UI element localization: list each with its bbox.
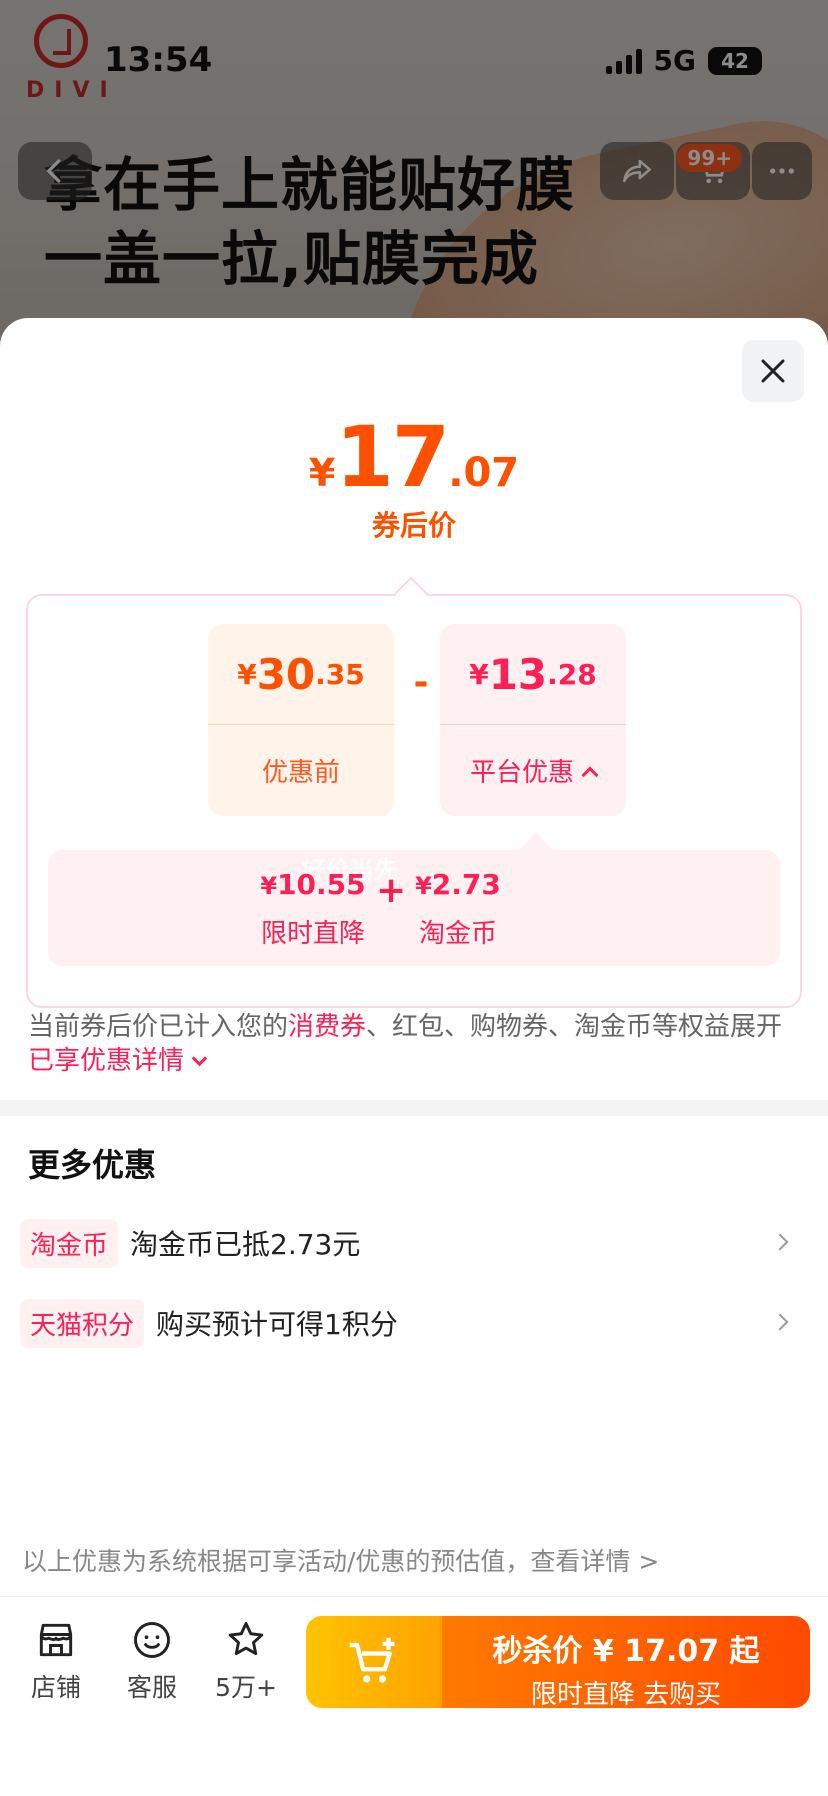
breakdown-item-taojinbi: ¥2.73 淘金币: [415, 868, 501, 949]
bottom-divider: [0, 1596, 828, 1597]
chevron-right-icon: [771, 1313, 789, 1331]
shop-icon: [39, 1623, 73, 1657]
plus-sign: +: [376, 870, 407, 911]
chevron-up-icon: [581, 766, 599, 783]
benefit-row-tmall-points[interactable]: 天猫积分 购买预计可得1积分: [20, 1298, 810, 1348]
benefit-row-taojinbi[interactable]: 淘金币 淘金币已抵2.73元: [20, 1218, 810, 1268]
close-icon: [761, 359, 785, 383]
add-to-cart-icon: [349, 1637, 395, 1683]
close-button[interactable]: [742, 340, 804, 402]
customer-service-button[interactable]: 客服: [112, 1618, 192, 1704]
shop-button[interactable]: 店铺: [16, 1618, 96, 1704]
bottom-action-bar: 店铺 客服 5万+ 秒杀价 ¥ 17.07 起 限时直降 去购买: [0, 1602, 828, 1712]
benefit-description: 购买预计可得1积分: [156, 1308, 398, 1341]
price-calculation-box: ¥30.35 优惠前 - ¥13.28 平台优惠 好价当先 ¥10.55 限时直…: [26, 576, 802, 1008]
chevron-right-icon: [771, 1233, 789, 1251]
benefit-tag: 天猫积分: [20, 1298, 145, 1348]
platform-discount-label: 平台优惠: [469, 758, 574, 788]
platform-discount-toggle[interactable]: 平台优惠: [440, 724, 626, 816]
final-price-label: 券后价: [371, 509, 456, 542]
final-price: ¥17.07: [308, 408, 520, 506]
minus-sign: -: [413, 662, 429, 703]
benefit-tag: 淘金币: [20, 1218, 119, 1268]
price-note: 当前券后价已计入您的消费券、红包、购物券、淘金币等权益展开已享优惠详情: [28, 1012, 783, 1076]
add-to-cart-button[interactable]: [306, 1616, 442, 1708]
platform-discount-card[interactable]: ¥13.28 平台优惠: [440, 624, 626, 816]
favorite-button[interactable]: 5万+: [206, 1618, 286, 1704]
platform-discount-value: ¥13.28: [469, 649, 597, 699]
price-detail-sheet: ¥17.07 券后价 ¥30.35 优惠前 - ¥13.28 平台优惠 好价当先…: [0, 318, 828, 1796]
benefit-description: 淘金币已抵2.73元: [130, 1228, 361, 1261]
consumption-voucher-link[interactable]: 消费券: [288, 1012, 366, 1042]
discount-details-link[interactable]: 已享优惠详情: [28, 1046, 184, 1076]
product-page-background: 拿在手上就能贴好膜 一盖一拉,贴膜完成 DIVI 13:54 5G 42 99+: [0, 0, 828, 360]
modal-overlay[interactable]: [0, 0, 828, 360]
star-icon: [228, 1622, 264, 1656]
chevron-down-icon[interactable]: [191, 1050, 208, 1067]
more-discounts-title: 更多优惠: [28, 1146, 157, 1184]
buy-button-group: 秒杀价 ¥ 17.07 起 限时直降 去购买: [306, 1616, 810, 1708]
buy-now-label: 限时直降 去购买: [530, 1680, 722, 1708]
original-price-value: ¥30.35: [237, 649, 365, 699]
disclaimer-link[interactable]: 以上优惠为系统根据可享活动/优惠的预估值，查看详情 >: [22, 1542, 659, 1578]
customer-service-icon: [134, 1622, 170, 1658]
original-price-label: 优惠前: [208, 724, 394, 816]
original-price-card: ¥30.35 优惠前: [208, 624, 394, 816]
breakdown-item-flash-discount: ¥10.55 限时直降: [260, 868, 366, 949]
buy-now-button[interactable]: 秒杀价 ¥ 17.07 起 限时直降 去购买: [442, 1616, 810, 1708]
section-divider: [0, 1100, 828, 1116]
flash-sale-price-text: 秒杀价 ¥ 17.07 起: [492, 1634, 760, 1669]
platform-discount-breakdown: 好价当先 ¥10.55 限时直降 + ¥2.73 淘金币: [48, 833, 780, 966]
